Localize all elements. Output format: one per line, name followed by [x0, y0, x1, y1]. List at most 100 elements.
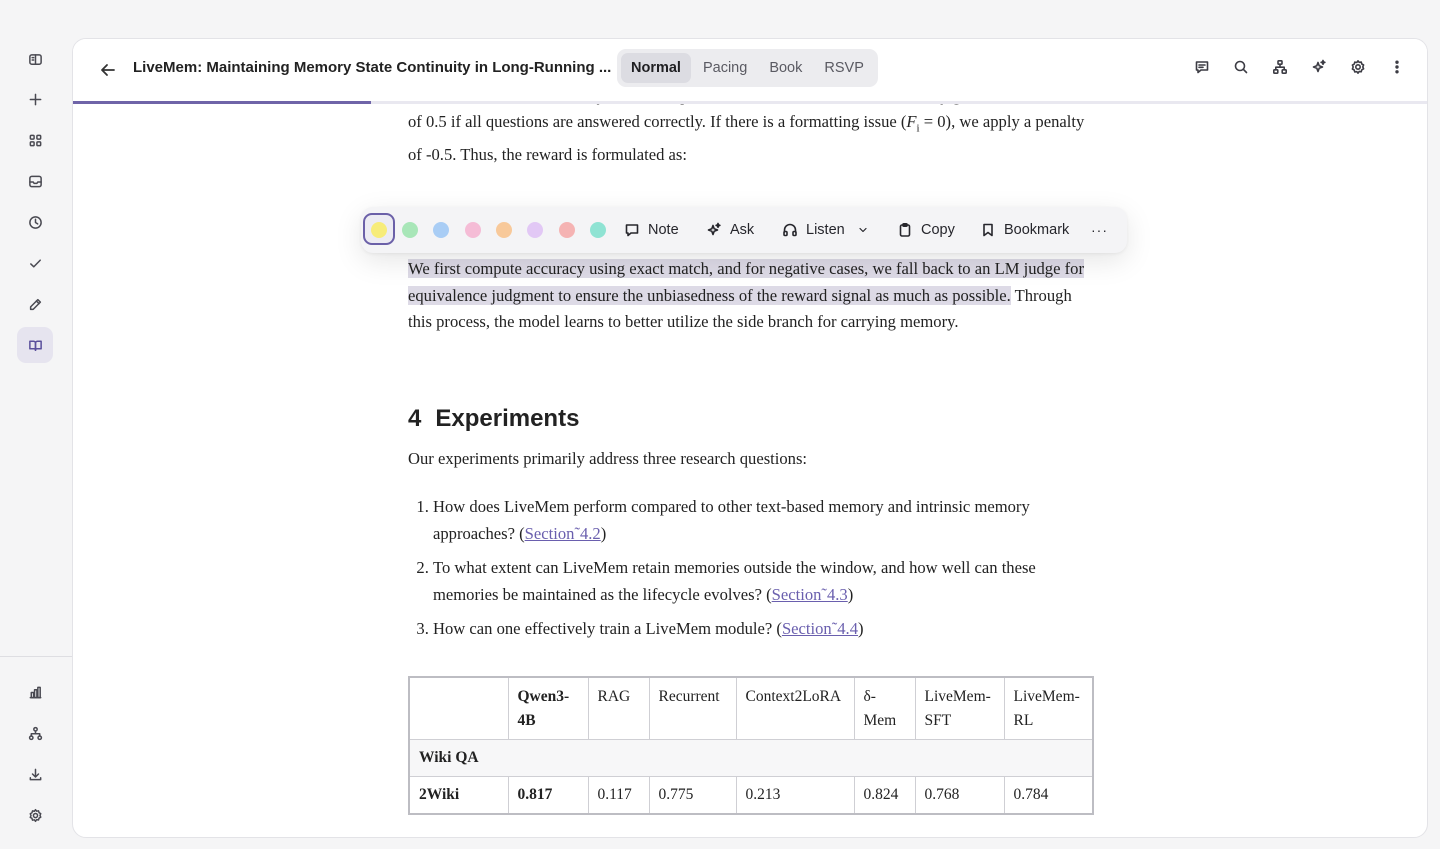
hierarchy-icon[interactable] [17, 715, 53, 751]
table-header-cell: RAG [587, 676, 650, 740]
mode-normal[interactable]: Normal [621, 53, 691, 83]
table-header-cell: δ-Mem [853, 676, 916, 740]
header-actions [1192, 57, 1407, 77]
ask-label: Ask [730, 222, 755, 238]
section-link[interactable]: Section˜4.4 [782, 619, 858, 638]
question-text: How can one effectively train a LiveMem … [433, 619, 782, 639]
table-header-cell: Context2LoRA [735, 676, 855, 740]
inbox-icon[interactable] [17, 163, 53, 199]
table-cell: 0.213 [735, 775, 855, 815]
arrow-left-icon [101, 64, 115, 76]
color-swatch-yellow[interactable] [371, 222, 387, 238]
table-header-cell: Qwen3-4B [507, 676, 589, 740]
question-text: How does LiveMem perform compared to oth… [433, 497, 1030, 543]
reader-content: k_i is the number of correctly answered … [408, 83, 1098, 815]
book-icon[interactable] [17, 327, 53, 363]
listen-label: Listen [806, 222, 845, 238]
list-item: To what extent can LiveMem retain memori… [433, 555, 1098, 608]
more-vertical-icon[interactable] [1387, 57, 1407, 77]
math-var: F [906, 112, 917, 131]
section-number: 4 [408, 404, 422, 432]
bookmark-icon [983, 223, 993, 237]
table-header-row: Qwen3-4B RAG Recurrent Context2LoRA δ-Me… [408, 676, 1094, 740]
bar-chart-icon[interactable] [17, 674, 53, 710]
color-swatch-red[interactable] [559, 222, 575, 238]
mode-pacing[interactable]: Pacing [693, 53, 757, 83]
section-heading: 4 Experiments [408, 402, 1098, 436]
listen-button[interactable]: Listen [782, 207, 869, 253]
table-cell: 0.117 [587, 775, 650, 815]
sparkles-icon[interactable] [1309, 57, 1329, 77]
section-intro: Our experiments primarily address three … [408, 448, 808, 468]
search-icon[interactable] [1231, 57, 1251, 77]
sidebar-toggle-icon[interactable] [17, 41, 53, 77]
document-title: LiveMem: Maintaining Memory State Contin… [133, 59, 612, 76]
table-group-label: Wiki QA [408, 738, 1094, 777]
rail-divider [0, 656, 72, 657]
research-questions: How does LiveMem perform compared to oth… [433, 494, 1098, 643]
section-link[interactable]: Section˜4.2 [525, 524, 601, 543]
table-header-cell: Recurrent [648, 676, 737, 740]
color-swatch-green[interactable] [402, 222, 418, 238]
table-header-cell: LiveMem-SFT [914, 676, 1005, 740]
table-cell: 2Wiki [408, 775, 509, 815]
mode-rsvp[interactable]: RSVP [814, 53, 874, 83]
ask-button[interactable]: Ask [706, 207, 754, 253]
more-options-button[interactable]: ··· [1091, 207, 1108, 253]
selected-text[interactable]: We first compute accuracy using exact ma… [408, 259, 1084, 305]
question-text: To what extent can LiveMem retain memori… [433, 558, 1036, 604]
section-link[interactable]: Section˜4.3 [772, 585, 848, 604]
table-cell: 0.824 [853, 775, 916, 815]
reading-progress-fill [73, 101, 371, 104]
text-span: of 0.5 if all questions are answered cor… [408, 112, 907, 131]
paragraph-judge[interactable]: We first compute accuracy using exact ma… [408, 256, 1098, 336]
comment-icon [625, 224, 639, 237]
comment-icon[interactable] [1192, 57, 1212, 77]
question-end: ) [858, 619, 864, 639]
copy-button[interactable]: Copy [897, 207, 955, 253]
section-title: Experiments [435, 404, 580, 432]
reading-progress-bar [73, 101, 1427, 104]
table-row: 2Wiki 0.817 0.117 0.775 0.213 0.824 0.76… [408, 775, 1094, 815]
headphones-icon [783, 223, 797, 237]
chevron-down-icon[interactable] [857, 224, 869, 236]
hierarchy-icon[interactable] [1270, 57, 1290, 77]
settings-icon[interactable] [17, 797, 53, 833]
selection-toolbar: Note Ask Listen Copy Bookmark ··· [361, 207, 1127, 253]
grid-icon[interactable] [17, 122, 53, 158]
note-label: Note [648, 222, 679, 238]
left-rail [0, 0, 72, 849]
paragraph-reward: of 0.5 if all questions are answered cor… [408, 109, 1098, 168]
mode-book[interactable]: Book [759, 53, 812, 83]
bookmark-button[interactable]: Bookmark [980, 207, 1069, 253]
bookmark-label: Bookmark [1004, 222, 1070, 238]
table-cell: 0.784 [1003, 775, 1094, 815]
reading-mode-switcher: Normal Pacing Book RSVP [617, 49, 878, 87]
color-swatch-blue[interactable] [433, 222, 449, 238]
list-item: How does LiveMem perform compared to oth… [433, 494, 1098, 547]
note-button[interactable]: Note [624, 207, 679, 253]
back-button[interactable] [95, 57, 121, 83]
clipboard-icon [899, 222, 911, 237]
sparkles-icon [707, 222, 721, 236]
reader-header: LiveMem: Maintaining Memory State Contin… [73, 39, 1427, 101]
plus-icon[interactable] [17, 81, 53, 117]
clock-icon[interactable] [17, 204, 53, 240]
color-swatch-teal[interactable] [590, 222, 606, 238]
color-swatch-purple[interactable] [527, 222, 543, 238]
table-cell: 0.817 [507, 775, 589, 815]
reader-panel: LiveMem: Maintaining Memory State Contin… [72, 38, 1428, 838]
copy-label: Copy [921, 222, 955, 238]
color-swatch-orange[interactable] [496, 222, 512, 238]
table-header-cell [408, 676, 509, 740]
table-cell: 0.768 [914, 775, 1005, 815]
table-cell: 0.775 [648, 775, 737, 815]
settings-icon[interactable] [1348, 57, 1368, 77]
question-end: ) [600, 523, 607, 543]
color-swatch-pink[interactable] [465, 222, 481, 238]
table-header-cell: LiveMem-RL [1003, 676, 1094, 740]
table-group-row: Wiki QA [408, 738, 1094, 777]
check-icon[interactable] [17, 245, 53, 281]
download-icon[interactable] [17, 756, 53, 792]
pencil-icon[interactable] [17, 286, 53, 322]
